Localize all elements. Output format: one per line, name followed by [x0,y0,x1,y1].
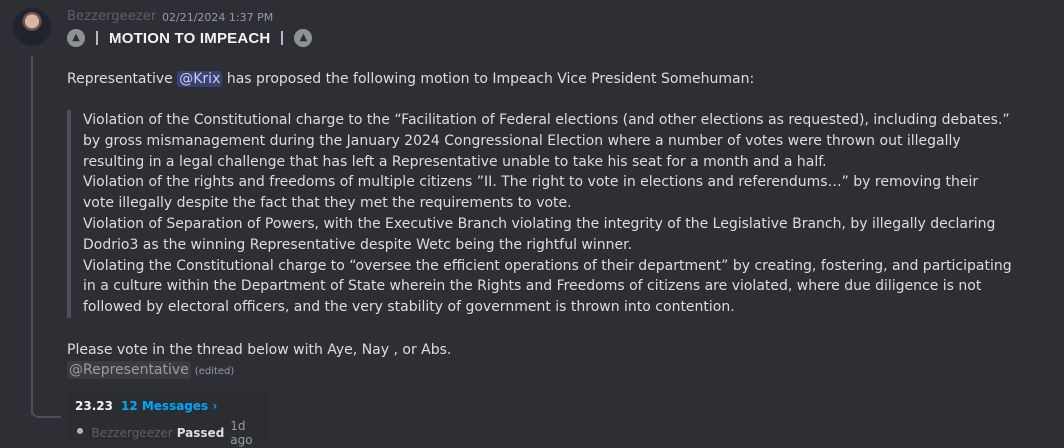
last-message-text: Passed [176,426,225,440]
message-timestamp: 02/21/2024 1:37 PM [162,11,274,24]
message-container: Bezzergeezer 02/21/2024 1:37 PM ▲ MOTION… [0,0,1064,448]
thread-message-count[interactable]: 12 Messages › [121,399,217,413]
thread-connector-corner [31,404,61,418]
blockquote: Violation of the Constitutional charge t… [67,110,1013,318]
title-divider [281,31,284,45]
last-author-name: Bezzergeezer [91,426,173,440]
author-avatar[interactable] [13,8,51,46]
intro-prefix: Representative [67,71,178,87]
last-author-avatar [75,426,86,440]
up-arrow-circle-icon: ▲ [67,29,85,47]
role-mention-row: @Representative (edited) [67,361,234,381]
quote-paragraph: Violation of Separation of Powers, with … [83,215,996,253]
edited-label: (edited) [194,366,235,377]
up-arrow-circle-icon: ▲ [294,29,313,47]
title-divider [96,31,98,45]
intro-suffix: has proposed the following motion to Imp… [222,71,755,87]
intro-text: Representative @Krix has proposed the fo… [67,70,754,88]
message-title: MOTION TO IMPEACH [109,29,271,47]
last-message-time: 1d ago [230,419,253,447]
role-mention[interactable]: @Representative [67,361,191,379]
thread-card[interactable]: 23.23 12 Messages › Bezzergeezer Passed … [67,391,269,447]
quote-paragraph: Violating the Constitutional charge to “… [83,257,1012,316]
thread-header: 23.23 12 Messages › [75,399,261,413]
author-name[interactable]: Bezzergeezer [67,9,156,24]
user-mention[interactable]: @Krix [177,71,223,87]
thread-last-message: Bezzergeezer Passed 1d ago [75,419,261,447]
quote-paragraph: Violation of the rights and freedoms of … [83,174,979,212]
vote-instructions: Please vote in the thread below with Aye… [67,342,452,358]
thread-name[interactable]: 23.23 [75,399,113,413]
quote-paragraph: Violation of the Constitutional charge t… [83,112,1010,170]
title-row: ▲ MOTION TO IMPEACH ▲ [67,27,313,49]
thread-connector-line [31,55,33,415]
